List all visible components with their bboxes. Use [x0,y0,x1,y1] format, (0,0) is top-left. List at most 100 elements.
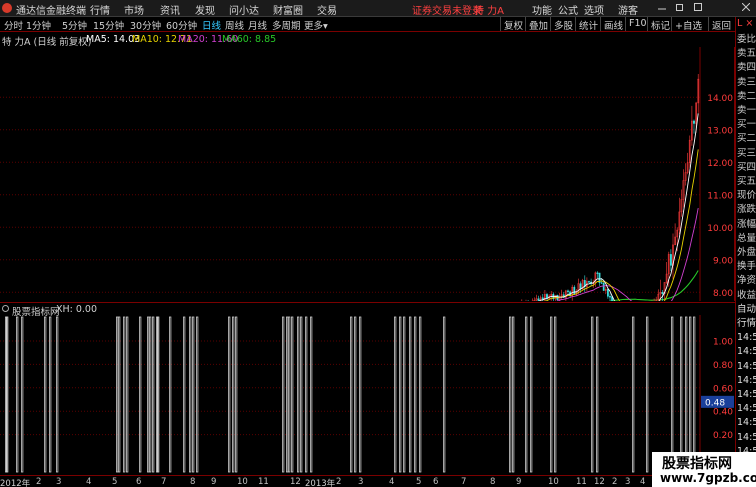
menu-item-wenxiaoda[interactable]: 问小达 [229,2,259,17]
gear-icon[interactable] [2,305,9,312]
trade-login-notice[interactable]: 证券交易未登录 [412,2,482,17]
period-tab-30min[interactable]: 30分钟 [130,18,161,32]
mark-button[interactable]: 标记 [647,17,673,32]
period-tab-timeshare[interactable]: 分时 [4,18,23,32]
maximize-icon[interactable] [694,3,702,11]
signal-bar [596,316,599,473]
draw-line-button[interactable]: 画线 [600,17,626,32]
app-logo-icon [2,3,12,13]
signal-bar [116,316,119,473]
side-panel-label: 涨跌 [737,204,756,216]
signal-bar [418,316,422,473]
signal-bar [287,316,291,473]
signal-bar [309,316,313,473]
signal-bar [304,316,308,473]
side-panel-label: 外盘 [737,247,756,258]
signal-bar [550,316,553,473]
side-panel-label: 卖一 [737,105,756,116]
date-axis-label: 6 [433,477,439,487]
side-panel-label: 14:50 [737,389,756,400]
menu-item-function[interactable]: 功能 [532,2,552,17]
signal-bar [632,316,635,473]
date-axis-label: 2 [36,477,42,487]
signal-bar [191,316,195,473]
date-axis-label: 8 [490,477,496,487]
side-panel-label: 14:50 [737,403,756,415]
signal-bar [231,316,235,473]
side-panel-close-button[interactable]: L × [736,17,756,32]
date-axis-label: 4 [640,477,646,487]
period-tab-multi[interactable]: 多周期 [272,18,301,32]
signal-bar [402,316,406,473]
date-axis-label: 12 [594,477,605,487]
overlay-button[interactable]: 叠加 [525,17,551,32]
menu-item-trade[interactable]: 交易 [317,2,337,17]
ma60-value: MA60: 8.85 [222,34,277,45]
menu-item-wealth-circle[interactable]: 财富圈 [273,2,303,17]
menu-item-discover[interactable]: 发现 [195,2,215,17]
ma-legend: 特 力A (日线 前复权) MA5: 14.03 MA10: 12.71 MA2… [0,33,735,48]
kline-chart[interactable]: 14.0013.0012.0011.0010.009.008.007.006.0… [0,38,735,442]
signal-bar [138,316,142,473]
period-tab-60min[interactable]: 60分钟 [166,18,197,32]
side-panel-label: 卖五 [737,48,756,60]
date-axis-label: 2012年 [0,479,31,487]
period-tab-weekly[interactable]: 周线 [225,18,244,32]
period-tab-5min[interactable]: 5分钟 [62,18,87,32]
menu-item-market[interactable]: 市场 [124,2,144,17]
watermark-logo: 股票指标网 www.7gpzb.com [652,452,756,487]
side-panel-label: 卖四 [737,62,756,74]
period-tab-more[interactable]: 更多▾ [304,18,328,32]
signal-bar [195,316,199,473]
date-axis-label: 9 [516,477,522,487]
side-panel-label: 买四 [737,161,756,173]
period-tab-monthly[interactable]: 月线 [248,18,267,32]
date-axis-label: 10 [548,477,559,487]
date-axis-label: 10 [237,477,248,487]
statistics-button[interactable]: 统计 [575,17,601,32]
restore-icon[interactable] [676,3,684,11]
signal-bar [182,316,186,473]
period-tab-15min[interactable]: 15分钟 [93,18,124,32]
watermark-title: 股票指标网 [662,456,732,472]
back-button[interactable]: 返回 [708,17,734,32]
date-axis-label: 5 [416,477,422,487]
date-axis-label: 3 [358,477,364,487]
signal-bar [56,316,59,473]
side-panel-label: 涨幅 [737,218,756,230]
minimize-icon[interactable] [658,3,666,11]
date-axis-label: 2 [612,477,618,487]
signal-bar [525,316,528,473]
signal-bar [227,316,231,473]
menu-item-news[interactable]: 资讯 [160,2,180,17]
f10-button[interactable]: F10 [625,17,650,31]
close-window-icon[interactable] [742,3,750,11]
date-axis-label: 8 [190,477,196,487]
add-watchlist-button[interactable]: +自选 [671,17,705,32]
stock-chart-name: 特 力A (日线 前复权) [2,37,92,48]
user-guest[interactable]: 游客 [618,2,638,17]
signal-bar [512,316,515,473]
signal-bar [15,316,19,473]
signal-bar [646,316,649,473]
restore-rights-button[interactable]: 复权 [500,17,526,32]
side-panel-label: 收益 [737,289,756,301]
signal-bar [689,316,692,473]
signal-bar [234,316,238,473]
signal-bar [349,316,353,473]
menu-item-hangqing[interactable]: 行情 [90,2,110,17]
menu-item-formula[interactable]: 公式 [558,2,578,17]
period-tab-daily[interactable]: 日线 [202,18,221,32]
signal-bar [123,316,126,473]
menu-item-options[interactable]: 选项 [584,2,604,17]
indicator-chart[interactable]: 1.00 0.80 0.60 0.40 0.20 0.48 [0,315,735,475]
period-toolbar: 分时 1分钟 5分钟 15分钟 30分钟 60分钟 日线 周线 月线 多周期 更… [0,17,735,32]
signal-bar [442,316,446,473]
signal-bar [148,316,152,473]
signal-bar [296,316,300,473]
period-tab-1min[interactable]: 1分钟 [26,18,51,32]
current-stock-tag: 特 力A [474,6,505,17]
signal-bar [685,316,688,473]
multi-stock-button[interactable]: 多股 [550,17,576,32]
signal-bar [353,316,357,473]
